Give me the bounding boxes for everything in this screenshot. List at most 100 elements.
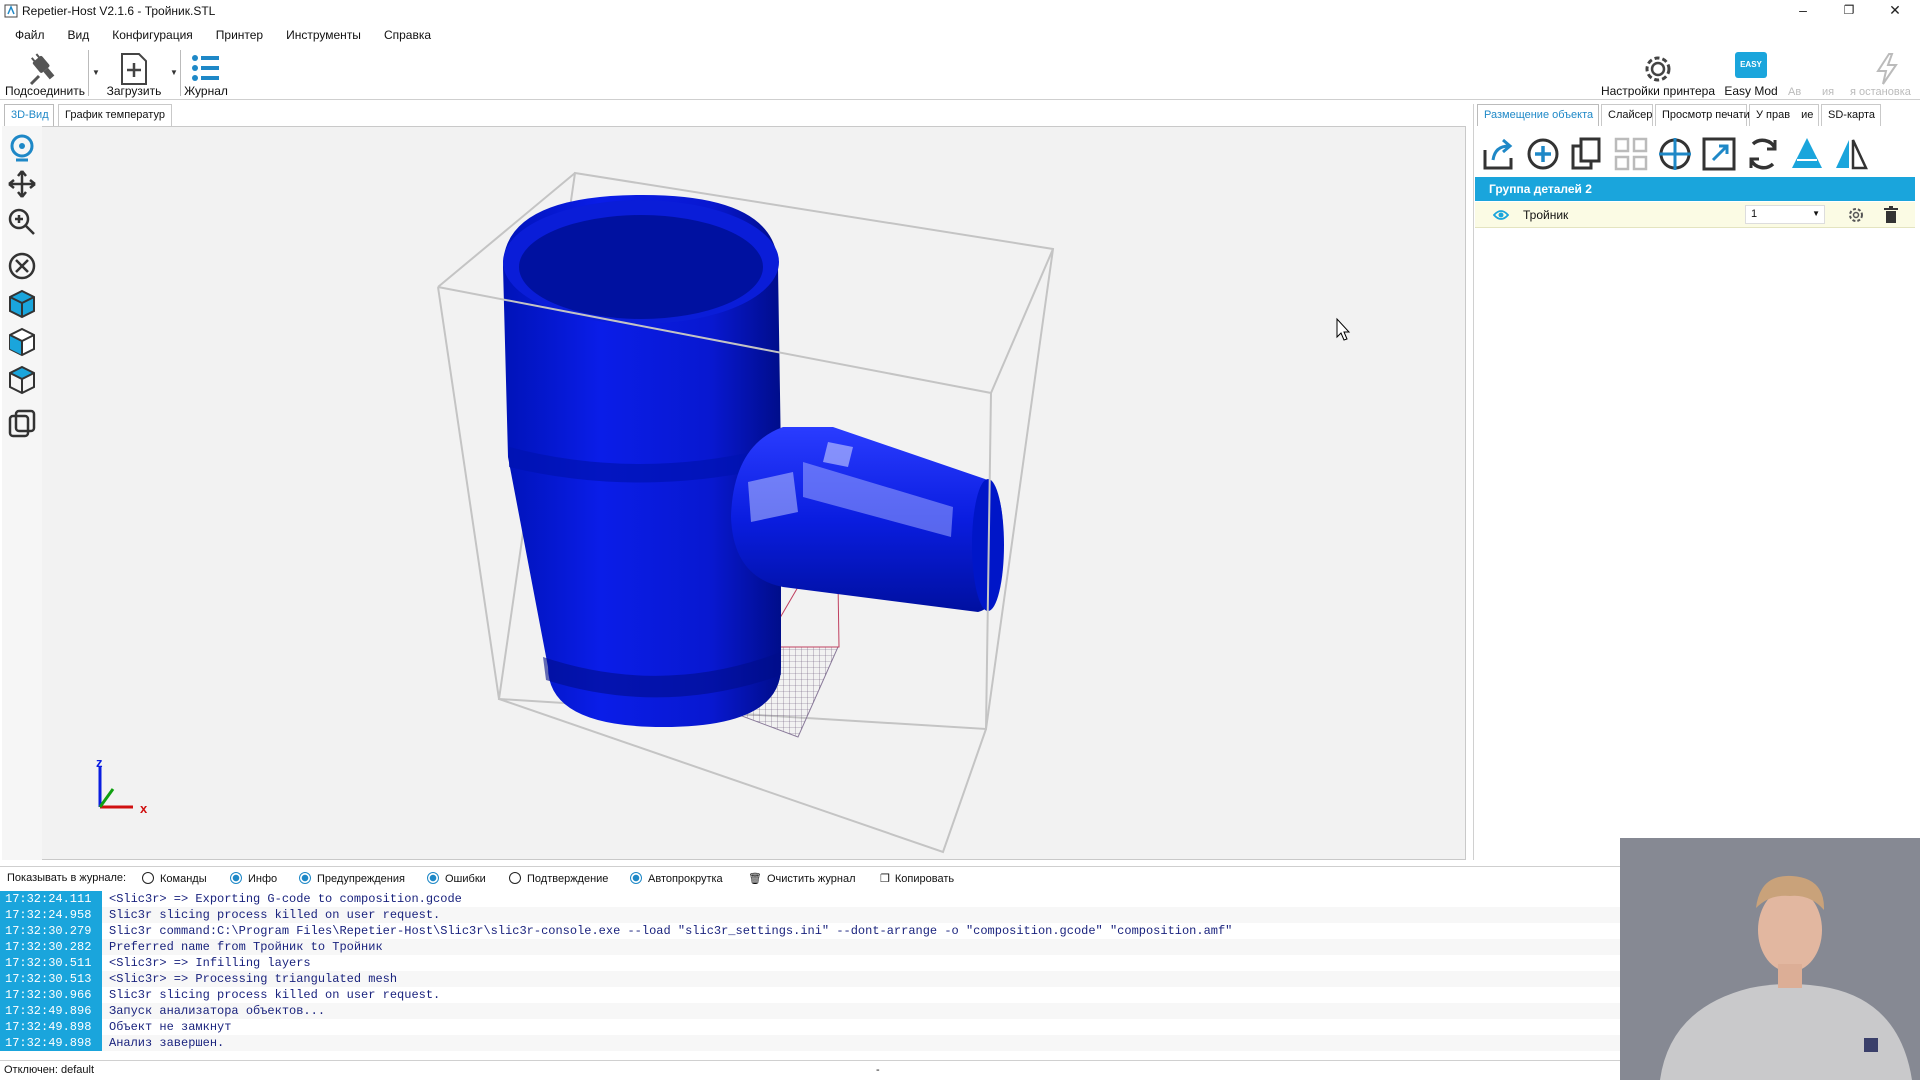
radio-icon: [230, 872, 242, 884]
log-list[interactable]: 17:32:24.111 <Slic3r> => Exporting G-code…: [0, 891, 1620, 1057]
clear-log-button[interactable]: 🗑 Очистить журнал: [748, 872, 856, 885]
menu-tools[interactable]: Инструменты: [278, 24, 369, 46]
eye-icon[interactable]: [1493, 209, 1509, 221]
copies-select[interactable]: 1 ▼: [1745, 205, 1825, 224]
object-row[interactable]: Тройник 1 ▼: [1475, 202, 1915, 228]
parallel-view-icon[interactable]: [6, 408, 38, 440]
rotate-view-icon[interactable]: [6, 132, 38, 164]
axis-x-label: x: [140, 801, 148, 816]
fit-view-icon[interactable]: [6, 250, 38, 282]
log-button[interactable]: Журнал: [180, 48, 232, 100]
title-bar: Repetier-Host V2.1.6 - Тройник.STL – ❐ ✕: [0, 0, 1920, 22]
axis-indicator: z x: [96, 755, 148, 816]
log-row: 17:32:30.279 Slic3r command:C:\Program Fi…: [0, 923, 1620, 939]
log-ack-toggle[interactable]: Подтверждение: [509, 872, 608, 885]
iso-view-icon[interactable]: [6, 288, 38, 320]
menu-help[interactable]: Справка: [376, 24, 439, 46]
load-dropdown-icon[interactable]: ▼: [170, 68, 178, 77]
copy-log-button[interactable]: ❐ Копировать: [880, 872, 954, 885]
tab-slicer[interactable]: Слайсер: [1601, 104, 1653, 126]
3d-scene[interactable]: z x: [3, 127, 1465, 859]
emergency-stop-button[interactable]: Ав ия я остановка: [1782, 48, 1920, 100]
log-show-label: Показывать в журнале:: [7, 872, 127, 884]
add-object-icon[interactable]: [1523, 134, 1563, 174]
tab-print-preview[interactable]: Просмотр печати: [1655, 104, 1750, 126]
printer-settings-button[interactable]: Настройки принтера: [1598, 48, 1718, 100]
load-button[interactable]: Загрузить: [102, 48, 166, 100]
log-warnings-toggle[interactable]: Предупреждения: [299, 872, 405, 885]
connect-button[interactable]: Подсоединить: [4, 48, 86, 100]
main-toolbar: Подсоединить ▼ Загрузить ▼ Журнал Настро…: [0, 46, 1920, 100]
log-autoscroll-toggle[interactable]: Автопрокрутка: [630, 872, 723, 885]
trash-icon[interactable]: [1883, 206, 1899, 224]
presenter-video: [1620, 838, 1920, 1080]
tab-manual-control[interactable]: У прав ие: [1749, 104, 1819, 126]
mouse-cursor: [1336, 317, 1351, 341]
model-tee[interactable]: [503, 195, 1004, 727]
menu-bar: Файл Вид Конфигурация Принтер Инструменты Спр…: [0, 24, 439, 46]
object-tools: [1473, 128, 1920, 178]
log-errors-toggle[interactable]: Ошибки: [427, 872, 486, 885]
file-add-icon: [121, 53, 147, 85]
tab-sd-card[interactable]: SD-карта: [1821, 104, 1881, 126]
window-title: Repetier-Host V2.1.6 - Тройник.STL: [22, 4, 216, 18]
list-icon: [192, 55, 219, 81]
webcam-overlay: [1620, 838, 1920, 1080]
log-row: 17:32:30.282 Preferred name from Тройник …: [0, 939, 1620, 955]
radio-icon: [427, 872, 439, 884]
top-view-icon[interactable]: [6, 364, 38, 396]
object-name: Тройник: [1523, 208, 1569, 222]
log-row: 17:32:30.513 <Slic3r> => Processing trian…: [0, 971, 1620, 987]
trash-icon: 🗑: [748, 873, 762, 885]
log-info-toggle[interactable]: Инфо: [230, 872, 277, 885]
menu-printer[interactable]: Принтер: [208, 24, 271, 46]
copy-icon: ❐: [880, 873, 890, 885]
log-row: 17:32:24.958 Slic3r slicing process kille…: [0, 907, 1620, 923]
zoom-icon[interactable]: [6, 206, 38, 238]
log-row: 17:32:30.511 <Slic3r> => Infilling layers: [0, 955, 1620, 971]
tab-3d-view[interactable]: 3D-Вид: [4, 104, 54, 126]
cut-object-icon[interactable]: [1787, 134, 1827, 174]
connect-dropdown-icon[interactable]: ▼: [92, 68, 100, 77]
move-view-icon[interactable]: [6, 168, 38, 200]
log-row: 17:32:49.898 Объект не замкнут: [0, 1019, 1620, 1035]
log-commands-toggle[interactable]: Команды: [142, 872, 207, 885]
restore-button[interactable]: ❐: [1826, 0, 1872, 22]
front-view-icon[interactable]: [6, 326, 38, 358]
gear-icon[interactable]: [1847, 206, 1865, 224]
log-row: 17:32:30.966 Slic3r slicing process kille…: [0, 987, 1620, 1003]
log-options: Показывать в журнале: Команды Инфо Преду…: [0, 866, 1620, 890]
toolbar-separator: [88, 50, 89, 96]
radio-icon: [509, 872, 521, 884]
scale-icon[interactable]: [1699, 134, 1739, 174]
log-row: 17:32:24.111 <Slic3r> => Exporting G-code…: [0, 891, 1620, 907]
status-separator: -: [876, 1064, 880, 1076]
autoposition-icon[interactable]: [1611, 134, 1651, 174]
lightning-icon: [1876, 53, 1898, 85]
menu-view[interactable]: Вид: [60, 24, 98, 46]
log-row: 17:32:49.896 Запуск анализатора объектов.…: [0, 1003, 1620, 1019]
minimize-button[interactable]: –: [1780, 0, 1826, 22]
center-object-icon[interactable]: [1655, 134, 1695, 174]
chevron-down-icon: ▼: [1812, 209, 1820, 218]
menu-config[interactable]: Конфигурация: [104, 24, 201, 46]
object-group-header[interactable]: Группа деталей 2: [1475, 177, 1915, 201]
gear-icon: [1645, 56, 1671, 82]
radio-icon: [142, 872, 154, 884]
export-icon[interactable]: [1479, 134, 1519, 174]
tab-temperature-graph[interactable]: График температур: [58, 104, 172, 126]
connection-status: Отключен: default: [4, 1064, 95, 1076]
menu-file[interactable]: Файл: [7, 24, 53, 46]
plug-icon: [29, 53, 55, 86]
easy-mode-button[interactable]: EASY Easy Mod: [1722, 48, 1780, 100]
rotate-object-icon[interactable]: [1743, 134, 1783, 174]
close-button[interactable]: ✕: [1872, 0, 1918, 22]
radio-icon: [299, 872, 311, 884]
radio-icon: [630, 872, 642, 884]
mirror-icon[interactable]: [1831, 134, 1871, 174]
axis-z-label: z: [96, 755, 103, 770]
tab-object-placement[interactable]: Размещение объекта: [1477, 104, 1599, 126]
view-tools: [2, 126, 42, 860]
copy-object-icon[interactable]: [1567, 134, 1607, 174]
3d-viewport[interactable]: z x: [2, 126, 1466, 860]
